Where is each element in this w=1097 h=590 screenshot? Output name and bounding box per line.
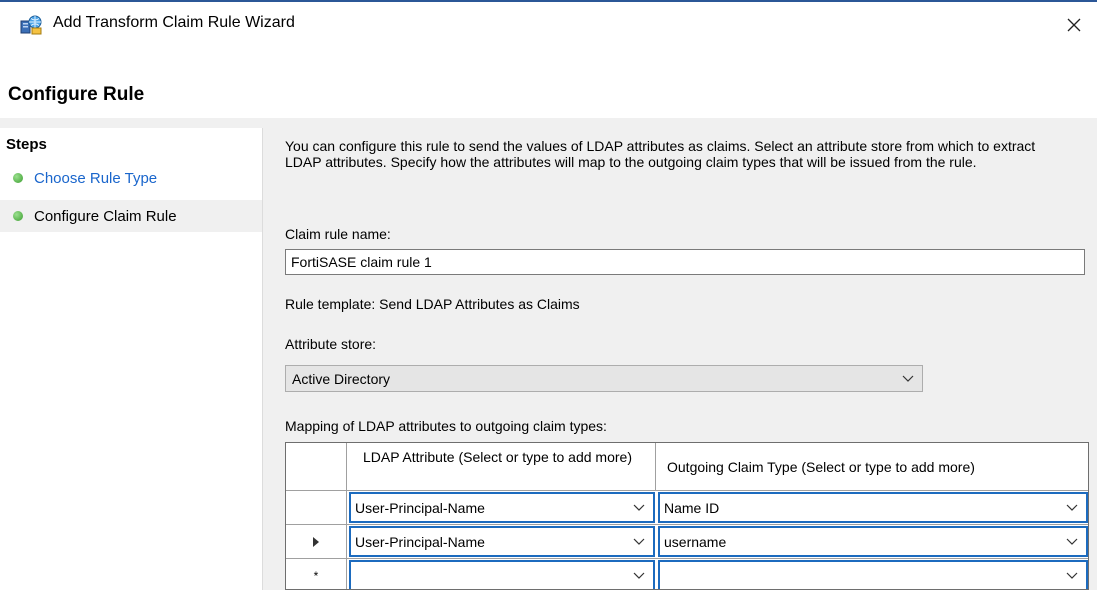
mapping-grid: LDAP Attribute (Select or type to add mo… <box>285 442 1089 590</box>
rule-template-text: Rule template: Send LDAP Attributes as C… <box>285 296 580 312</box>
row-header[interactable] <box>286 525 347 558</box>
ldap-attribute-select[interactable]: User-Principal-Name <box>349 492 655 523</box>
row-header-corner <box>286 443 347 491</box>
steps-sidebar: Steps Choose Rule Type Configure Claim R… <box>0 128 263 590</box>
chevron-down-icon <box>1066 504 1078 511</box>
new-row-marker: * <box>313 568 319 583</box>
chevron-down-icon <box>1066 572 1078 579</box>
ldap-attribute-select[interactable]: User-Principal-Name <box>349 526 655 557</box>
chevron-down-icon <box>633 538 645 545</box>
table-row: User-Principal-Name Name ID <box>286 491 1088 525</box>
column-header-ldap-attribute[interactable]: LDAP Attribute (Select or type to add mo… <box>347 443 656 491</box>
ldap-attribute-select[interactable] <box>349 560 655 589</box>
status-dot-icon <box>13 211 23 221</box>
ldap-attribute-value: User-Principal-Name <box>355 533 485 550</box>
status-dot-icon <box>13 173 23 183</box>
close-button[interactable] <box>1057 8 1091 42</box>
outgoing-claim-type-value: Name ID <box>664 499 720 516</box>
row-header[interactable] <box>286 491 347 524</box>
title-bar: Add Transform Claim Rule Wizard <box>0 2 1097 48</box>
claim-rule-name-input[interactable] <box>285 249 1085 275</box>
attribute-store-label: Attribute store: <box>285 336 377 352</box>
page-title: Configure Rule <box>8 84 145 105</box>
sidebar-item-configure-claim-rule[interactable]: Configure Claim Rule <box>0 200 262 232</box>
ldap-attribute-value: User-Principal-Name <box>355 499 485 516</box>
steps-heading: Steps <box>6 136 47 153</box>
attribute-store-value: Active Directory <box>292 370 391 387</box>
outgoing-claim-type-select[interactable] <box>658 560 1088 589</box>
chevron-down-icon <box>902 375 914 382</box>
close-icon <box>1067 18 1081 32</box>
claim-rule-name-label: Claim rule name: <box>285 226 391 242</box>
wizard-window: Add Transform Claim Rule Wizard Configur… <box>0 0 1097 590</box>
wizard-header: Configure Rule <box>0 48 1097 119</box>
sidebar-item-label: Choose Rule Type <box>34 169 158 187</box>
chevron-down-icon <box>1066 538 1078 545</box>
chevron-down-icon <box>633 504 645 511</box>
table-row: User-Principal-Name username <box>286 525 1088 559</box>
server-network-icon <box>20 15 42 35</box>
sidebar-item-label: Configure Claim Rule <box>34 207 177 225</box>
main-panel: You can configure this rule to send the … <box>263 128 1097 590</box>
table-row-new: * <box>286 559 1088 589</box>
outgoing-claim-type-value: username <box>664 533 727 550</box>
window-title: Add Transform Claim Rule Wizard <box>53 14 295 31</box>
outgoing-claim-type-select[interactable]: Name ID <box>658 492 1088 523</box>
current-row-arrow-icon <box>313 536 319 547</box>
intro-text: You can configure this rule to send the … <box>285 138 1036 170</box>
mapping-label: Mapping of LDAP attributes to outgoing c… <box>285 418 607 434</box>
chevron-down-icon <box>633 572 645 579</box>
sidebar-item-choose-rule-type[interactable]: Choose Rule Type <box>0 162 262 194</box>
row-header[interactable]: * <box>286 559 347 589</box>
header-divider <box>0 118 1097 128</box>
attribute-store-select[interactable]: Active Directory <box>285 365 923 392</box>
outgoing-claim-type-select[interactable]: username <box>658 526 1088 557</box>
column-header-outgoing-claim-type[interactable]: Outgoing Claim Type (Select or type to a… <box>656 443 1088 491</box>
